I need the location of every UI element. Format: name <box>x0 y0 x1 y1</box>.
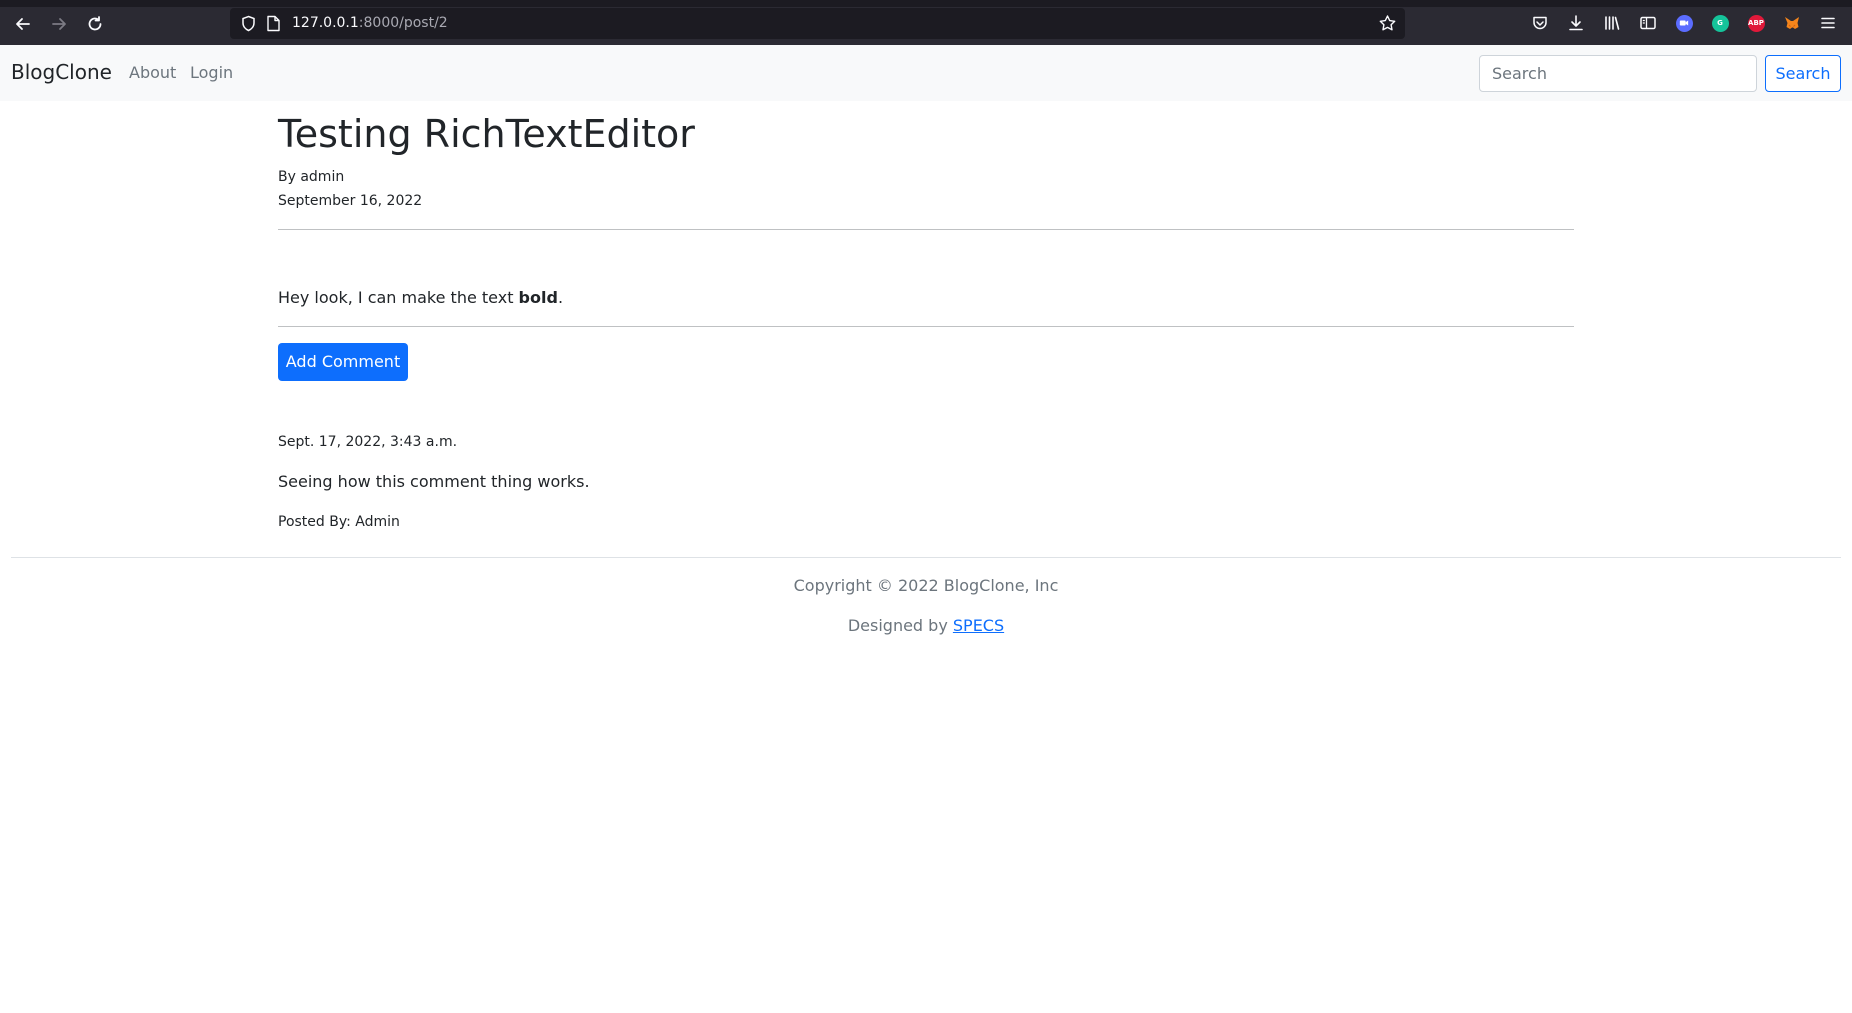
footer-designed-prefix: Designed by <box>847 616 953 635</box>
adblock-icon[interactable]: ABP <box>1746 13 1766 33</box>
sidebar-icon[interactable] <box>1638 13 1658 33</box>
forward-icon[interactable] <box>46 11 72 37</box>
post-divider-bottom <box>278 326 1574 327</box>
add-comment-button[interactable]: Add Comment <box>278 343 408 381</box>
comment-date: Sept. 17, 2022, 3:43 a.m. <box>278 434 458 450</box>
download-icon[interactable] <box>1566 13 1586 33</box>
tab-strip <box>0 0 1852 7</box>
search-button[interactable]: Search <box>1765 55 1841 92</box>
post-body-prefix: Hey look, I can make the text <box>278 288 519 307</box>
pocket-icon[interactable] <box>1530 13 1550 33</box>
library-icon[interactable] <box>1602 13 1622 33</box>
footer-divider <box>11 557 1841 558</box>
post-date: September 16, 2022 <box>278 193 423 209</box>
comment-author: Posted By: Admin <box>278 514 400 530</box>
reload-icon[interactable] <box>82 11 108 37</box>
footer-copyright: Copyright © 2022 BlogClone, Inc <box>793 576 1059 595</box>
nav-about-link[interactable]: About <box>129 63 176 82</box>
url-path: :8000/post/2 <box>358 15 448 31</box>
footer-specs-link[interactable]: SPECS <box>953 616 1004 635</box>
post-body-bold: bold <box>518 288 558 307</box>
comment-text: Seeing how this comment thing works. <box>278 472 590 491</box>
url-text[interactable]: 127.0.0.1:8000/post/2 <box>292 15 448 31</box>
brand-link[interactable]: BlogClone <box>11 60 112 84</box>
grammarly-icon[interactable]: G <box>1710 13 1730 33</box>
browser-toolbar: 127.0.0.1:8000/post/2 G ABP <box>0 0 1852 45</box>
post-title: Testing RichTextEditor <box>278 112 695 156</box>
footer-designed-by: Designed by SPECS <box>0 616 1852 635</box>
zoom-extension-icon[interactable] <box>1674 13 1694 33</box>
page-icon[interactable] <box>266 15 281 32</box>
address-bar[interactable]: 127.0.0.1:8000/post/2 <box>230 8 1405 39</box>
post-body: Hey look, I can make the text bold. <box>278 288 563 307</box>
menu-icon[interactable] <box>1818 13 1838 33</box>
post-divider-top <box>278 229 1574 230</box>
bookmark-star-icon[interactable] <box>1378 14 1397 33</box>
post-body-suffix: . <box>557 288 564 307</box>
back-icon[interactable] <box>10 11 36 37</box>
post-author: By admin <box>278 169 345 185</box>
shield-icon[interactable] <box>240 15 257 32</box>
site-navbar: BlogClone About Login Search <box>0 45 1852 101</box>
metamask-icon[interactable] <box>1782 13 1802 33</box>
search-input[interactable] <box>1479 55 1757 92</box>
nav-login-link[interactable]: Login <box>190 63 233 82</box>
url-host: 127.0.0.1 <box>292 15 359 31</box>
